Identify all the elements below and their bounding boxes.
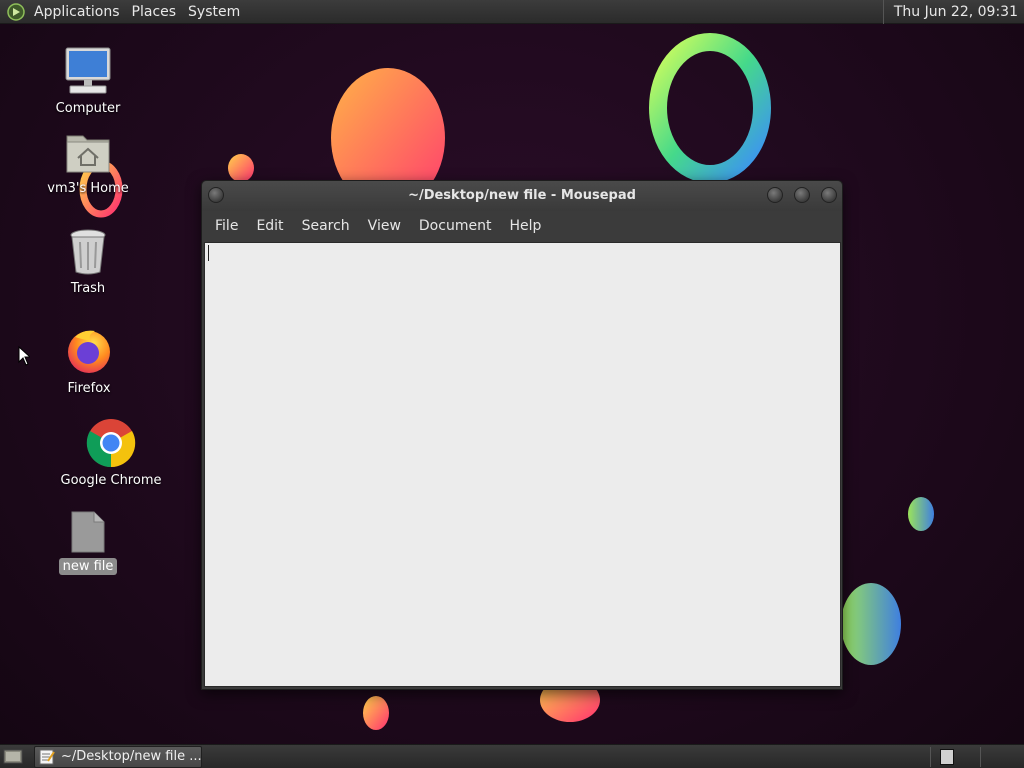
desktop-icon-label: Google Chrome (60, 473, 162, 488)
desktop-icon-firefox[interactable]: Firefox (34, 326, 144, 397)
desktop-icon-label: Trash (70, 281, 106, 296)
panel-separator (980, 747, 981, 767)
trash-icon (70, 229, 106, 275)
maximize-button[interactable] (794, 187, 810, 203)
menu-file[interactable]: File (206, 211, 247, 241)
desktop-icon-label: Computer (55, 101, 121, 116)
chrome-icon (86, 419, 136, 468)
top-panel: Applications Places System Thu Jun 22, 0… (0, 0, 1024, 24)
menu-document[interactable]: Document (410, 211, 501, 241)
desktop-icon-chrome[interactable]: Google Chrome (56, 418, 166, 489)
panel-separator (930, 747, 931, 767)
window-titlebar[interactable]: ~/Desktop/new file - Mousepad (202, 181, 842, 211)
desktop-icon-home[interactable]: vm3's Home (33, 128, 143, 197)
desktop: Applications Places System Thu Jun 22, 0… (0, 0, 1024, 768)
firefox-icon (68, 330, 110, 373)
computer-icon (65, 47, 111, 94)
window-menu-button[interactable] (208, 187, 224, 203)
show-desktop-icon[interactable] (2, 747, 24, 767)
minimize-button[interactable] (767, 187, 783, 203)
taskbar-button-label: ~/Desktop/new file ... (61, 748, 202, 764)
desktop-icon-trash[interactable]: Trash (33, 228, 143, 297)
desktop-icon-label: new file (58, 558, 118, 575)
mouse-pointer-icon (18, 346, 30, 366)
workspace-switcher[interactable] (940, 749, 954, 765)
mousepad-icon (39, 749, 55, 764)
close-button[interactable] (821, 187, 837, 203)
clock[interactable]: Thu Jun 22, 09:31 (882, 0, 1022, 24)
menu-view[interactable]: View (359, 211, 410, 241)
mousepad-window: ~/Desktop/new file - Mousepad File Edit … (201, 180, 843, 690)
desktop-icon-new-file[interactable]: new file (33, 510, 143, 575)
menubar: File Edit Search View Document Help (202, 211, 842, 241)
text-editor-area[interactable] (204, 242, 841, 687)
desktop-icon-label: vm3's Home (47, 181, 129, 196)
menu-search[interactable]: Search (293, 211, 359, 241)
window-title: ~/Desktop/new file - Mousepad (408, 188, 636, 203)
taskbar-button-mousepad[interactable]: ~/Desktop/new file ... (34, 745, 202, 768)
home-folder-icon (66, 135, 110, 173)
desktop-icon-computer[interactable]: Computer (33, 46, 143, 117)
bottom-panel: ~/Desktop/new file ... (0, 744, 1024, 768)
applications-menu[interactable]: Applications (28, 0, 126, 24)
menu-help[interactable]: Help (500, 211, 550, 241)
menu-edit[interactable]: Edit (247, 211, 292, 241)
desktop-icon-label: Firefox (67, 381, 111, 396)
text-caret (208, 245, 209, 261)
distro-logo-icon[interactable] (6, 2, 26, 22)
system-menu[interactable]: System (182, 0, 246, 24)
file-icon (71, 511, 105, 553)
places-menu[interactable]: Places (126, 0, 183, 24)
